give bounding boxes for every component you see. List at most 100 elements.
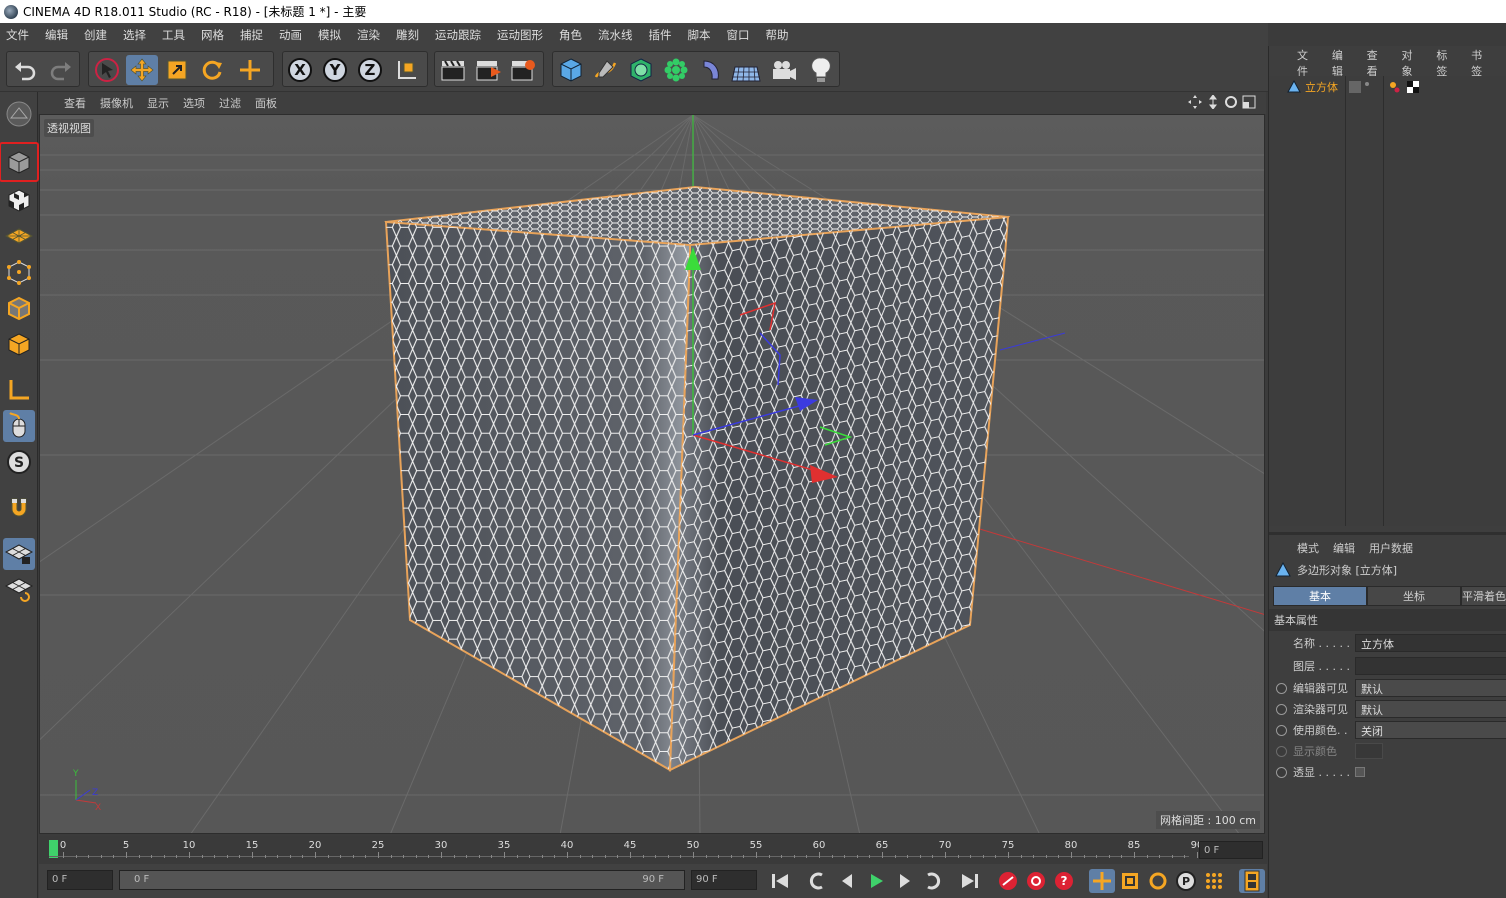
list-item[interactable]: 立方体 xyxy=(1269,78,1506,96)
key-scale-button[interactable] xyxy=(1117,869,1143,893)
scheme-settings-button[interactable] xyxy=(1239,869,1265,893)
timeline[interactable]: 0 5 10 15 20 25 30 35 40 45 50 55 60 65 70 75 80 85 90 0 F xyxy=(39,836,1267,864)
coordinate-system-button[interactable] xyxy=(391,55,423,85)
tab-phong[interactable]: 平滑着色 xyxy=(1461,586,1506,606)
visibility-toggle[interactable] xyxy=(1349,81,1361,93)
menu-snap[interactable]: 捕捉 xyxy=(240,27,263,43)
play-button[interactable] xyxy=(863,869,889,893)
planar-workplane-button[interactable] xyxy=(3,574,35,606)
menu-plugins[interactable]: 插件 xyxy=(649,27,672,43)
layer-field[interactable] xyxy=(1355,657,1506,675)
menu-help[interactable]: 帮助 xyxy=(766,27,789,43)
live-selection-button[interactable] xyxy=(91,55,123,85)
menu-simulate[interactable]: 模拟 xyxy=(318,27,341,43)
add-light-button[interactable] xyxy=(805,55,837,85)
y-axis-lock-button[interactable]: Y xyxy=(319,55,351,85)
xray-checkbox[interactable] xyxy=(1355,767,1365,777)
am-menu-user-data[interactable]: 用户数据 xyxy=(1369,540,1413,556)
key-rotation-button[interactable] xyxy=(1145,869,1171,893)
next-frame-button[interactable] xyxy=(891,869,917,893)
preview-range-slider[interactable]: 0 F 90 F xyxy=(119,870,685,890)
menu-character[interactable]: 角色 xyxy=(559,27,582,43)
add-cloner-button[interactable] xyxy=(660,55,692,85)
perspective-viewport[interactable]: Y Z X 透视视图 网格间距 : 100 cm xyxy=(39,114,1265,834)
menu-edit[interactable]: 编辑 xyxy=(45,27,68,43)
menu-select[interactable]: 选择 xyxy=(123,27,146,43)
am-menu-edit[interactable]: 编辑 xyxy=(1333,540,1355,556)
om-menu-file[interactable]: 文件 xyxy=(1297,47,1318,79)
om-menu-view[interactable]: 查看 xyxy=(1367,47,1388,79)
current-frame-field[interactable]: 0 F xyxy=(1199,841,1263,859)
menu-window[interactable]: 窗口 xyxy=(727,27,750,43)
render-view-button[interactable] xyxy=(437,55,469,85)
menu-animate[interactable]: 动画 xyxy=(279,27,302,43)
undo-button[interactable] xyxy=(9,55,41,85)
model-mode-button[interactable] xyxy=(0,142,39,182)
tweak-mode-button[interactable] xyxy=(3,410,35,442)
redo-button[interactable] xyxy=(45,55,77,85)
rotate-view-icon[interactable] xyxy=(1224,95,1238,109)
menu-create[interactable]: 创建 xyxy=(84,27,107,43)
tab-coordinates[interactable]: 坐标 xyxy=(1367,586,1461,606)
key-position-button[interactable] xyxy=(1089,869,1115,893)
viewport-menu-cameras[interactable]: 摄像机 xyxy=(100,95,133,111)
add-floor-button[interactable] xyxy=(730,55,762,85)
om-menu-edit[interactable]: 编辑 xyxy=(1332,47,1353,79)
add-spline-pen-button[interactable] xyxy=(590,55,622,85)
next-key-button[interactable] xyxy=(919,869,945,893)
render-visible-dropdown[interactable]: 默认 xyxy=(1355,700,1506,718)
x-axis-lock-button[interactable]: X xyxy=(284,55,316,85)
zoom-view-icon[interactable] xyxy=(1206,95,1220,109)
viewport-menu-panel[interactable]: 面板 xyxy=(255,95,277,111)
menu-file[interactable]: 文件 xyxy=(6,27,29,43)
rotate-tool-button[interactable] xyxy=(196,55,228,85)
make-editable-button[interactable] xyxy=(3,98,35,130)
editor-visible-animate-radio[interactable] xyxy=(1276,682,1287,694)
z-axis-lock-button[interactable]: Z xyxy=(354,55,386,85)
om-menu-objects[interactable]: 对象 xyxy=(1401,47,1422,79)
move-tool-button[interactable] xyxy=(126,55,158,85)
points-mode-button[interactable] xyxy=(3,256,35,288)
end-frame-field[interactable]: 90 F xyxy=(691,870,757,890)
viewport-menu-filter[interactable]: 过滤 xyxy=(219,95,241,111)
menu-motion-tracker[interactable]: 运动跟踪 xyxy=(435,27,481,43)
autokeying-button[interactable] xyxy=(1023,869,1049,893)
viewport-menu-display[interactable]: 显示 xyxy=(147,95,169,111)
menu-sculpt[interactable]: 雕刻 xyxy=(396,27,419,43)
menu-tools[interactable]: 工具 xyxy=(162,27,185,43)
scale-tool-button[interactable] xyxy=(161,55,193,85)
transform-tool-button[interactable] xyxy=(234,55,266,85)
add-cube-button[interactable] xyxy=(555,55,587,85)
editor-visible-dropdown[interactable]: 默认 xyxy=(1355,679,1506,697)
add-subdivision-surface-button[interactable] xyxy=(625,55,657,85)
add-deformer-button[interactable] xyxy=(695,55,727,85)
add-camera-button[interactable] xyxy=(768,55,800,85)
menu-render[interactable]: 渲染 xyxy=(357,27,380,43)
viewport-menu-view[interactable]: 查看 xyxy=(64,95,86,111)
viewport-menu-options[interactable]: 选项 xyxy=(183,95,205,111)
pan-view-icon[interactable] xyxy=(1188,95,1202,109)
solo-mode-button[interactable]: S xyxy=(3,446,35,478)
edges-mode-button[interactable] xyxy=(3,292,35,324)
render-visible-animate-radio[interactable] xyxy=(1276,703,1287,715)
use-color-animate-radio[interactable] xyxy=(1276,724,1287,736)
display-color-swatch[interactable] xyxy=(1355,743,1383,759)
render-picture-viewer-button[interactable] xyxy=(472,55,504,85)
texture-mode-button[interactable] xyxy=(3,184,35,216)
name-field[interactable]: 立方体 xyxy=(1355,634,1506,652)
om-menu-bookmarks[interactable]: 书签 xyxy=(1471,47,1492,79)
key-point-level-button[interactable] xyxy=(1201,869,1227,893)
start-frame-field[interactable]: 0 F xyxy=(47,870,113,890)
menu-mesh[interactable]: 网格 xyxy=(201,27,224,43)
locked-workplane-button[interactable] xyxy=(3,538,35,570)
phong-tag-icon[interactable] xyxy=(1389,81,1401,93)
record-active-objects-button[interactable] xyxy=(995,869,1021,893)
object-name[interactable]: 立方体 xyxy=(1305,79,1338,95)
enable-snap-button[interactable] xyxy=(3,492,35,524)
menu-script[interactable]: 脚本 xyxy=(688,27,711,43)
menu-mograph[interactable]: 运动图形 xyxy=(497,27,543,43)
workplane-mode-button[interactable] xyxy=(3,220,35,252)
tab-basic[interactable]: 基本 xyxy=(1273,586,1367,606)
keyframe-selection-button[interactable]: ? xyxy=(1051,869,1077,893)
am-menu-mode[interactable]: 模式 xyxy=(1297,540,1319,556)
